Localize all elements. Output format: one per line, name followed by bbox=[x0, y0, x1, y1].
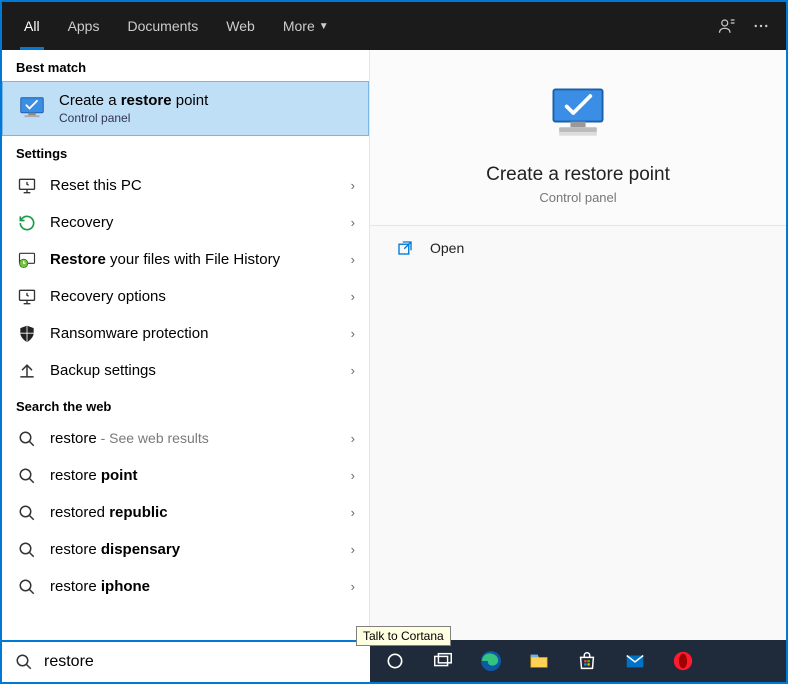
monitor-check-icon bbox=[17, 94, 47, 124]
results-list: Best match Create a restore point Contro… bbox=[2, 50, 370, 640]
web-row-label: restore dispensary bbox=[50, 541, 351, 558]
search-icon bbox=[16, 502, 38, 524]
chevron-right-icon: › bbox=[351, 178, 355, 193]
chevron-right-icon: › bbox=[351, 431, 355, 446]
settings-row-recovery-options[interactable]: Recovery options › bbox=[2, 278, 369, 315]
web-row-label: restore point bbox=[50, 467, 351, 484]
search-icon bbox=[16, 465, 38, 487]
chevron-right-icon: › bbox=[351, 252, 355, 267]
action-open[interactable]: Open bbox=[370, 226, 786, 270]
settings-row-reset-pc[interactable]: Reset this PC › bbox=[2, 167, 369, 204]
best-match-title: Create a restore point bbox=[59, 92, 208, 109]
settings-row-label: Backup settings bbox=[50, 362, 351, 379]
recovery-icon bbox=[16, 212, 38, 234]
web-row-label: restore iphone bbox=[50, 578, 351, 595]
settings-row-ransomware[interactable]: Ransomware protection › bbox=[2, 315, 369, 352]
web-row-label: restored republic bbox=[50, 504, 351, 521]
tab-more[interactable]: More ▼ bbox=[269, 2, 343, 50]
web-row[interactable]: restore iphone › bbox=[2, 568, 369, 605]
settings-row-label: Reset this PC bbox=[50, 177, 351, 194]
settings-row-label: Recovery options bbox=[50, 288, 351, 305]
chevron-right-icon: › bbox=[351, 215, 355, 230]
tab-all[interactable]: All bbox=[10, 2, 54, 50]
file-history-icon bbox=[16, 249, 38, 271]
preview-hero: Create a restore point Control panel bbox=[370, 50, 786, 226]
search-icon bbox=[16, 428, 38, 450]
best-match-result[interactable]: Create a restore point Control panel bbox=[2, 81, 369, 136]
tab-web[interactable]: Web bbox=[212, 2, 269, 50]
settings-row-label: Restore your files with File History bbox=[50, 251, 351, 268]
search-scope-tabs: All Apps Documents Web More ▼ bbox=[2, 2, 786, 50]
tab-web-label: Web bbox=[226, 18, 255, 34]
taskbar-mail-icon[interactable] bbox=[612, 641, 658, 681]
section-search-web: Search the web bbox=[2, 389, 369, 420]
web-row-label: restore - See web results bbox=[50, 430, 351, 447]
cortana-tooltip: Talk to Cortana bbox=[356, 626, 451, 646]
tab-documents[interactable]: Documents bbox=[113, 2, 212, 50]
preview-title: Create a restore point bbox=[486, 164, 670, 186]
backup-icon bbox=[16, 360, 38, 382]
action-open-label: Open bbox=[430, 240, 464, 256]
settings-row-file-history[interactable]: Restore your files with File History › bbox=[2, 241, 369, 278]
tab-more-label: More bbox=[283, 18, 315, 34]
search-icon bbox=[16, 539, 38, 561]
ellipsis-icon[interactable] bbox=[744, 9, 778, 43]
tab-all-label: All bbox=[24, 18, 40, 34]
chevron-down-icon: ▼ bbox=[319, 21, 329, 32]
recovery-options-icon bbox=[16, 286, 38, 308]
section-best-match: Best match bbox=[2, 50, 369, 81]
taskbar-taskview-icon[interactable] bbox=[420, 641, 466, 681]
preview-pane: Create a restore point Control panel Ope… bbox=[370, 50, 786, 640]
web-row[interactable]: restore point › bbox=[2, 457, 369, 494]
feedback-icon[interactable] bbox=[710, 9, 744, 43]
best-match-subtitle: Control panel bbox=[59, 111, 208, 125]
reset-pc-icon bbox=[16, 175, 38, 197]
settings-row-recovery[interactable]: Recovery › bbox=[2, 204, 369, 241]
chevron-right-icon: › bbox=[351, 468, 355, 483]
web-row[interactable]: restore - See web results › bbox=[2, 420, 369, 457]
settings-row-label: Recovery bbox=[50, 214, 351, 231]
web-row[interactable]: restored republic › bbox=[2, 494, 369, 531]
search-bar[interactable] bbox=[2, 640, 370, 682]
chevron-right-icon: › bbox=[351, 542, 355, 557]
settings-row-label: Ransomware protection bbox=[50, 325, 351, 342]
chevron-right-icon: › bbox=[351, 363, 355, 378]
search-icon bbox=[14, 652, 34, 672]
shield-icon bbox=[16, 323, 38, 345]
open-icon bbox=[394, 237, 416, 259]
web-row[interactable]: restore dispensary › bbox=[2, 531, 369, 568]
taskbar-edge-icon[interactable] bbox=[468, 641, 514, 681]
chevron-right-icon: › bbox=[351, 289, 355, 304]
search-icon bbox=[16, 576, 38, 598]
taskbar-cortana-icon[interactable] bbox=[372, 641, 418, 681]
section-settings: Settings bbox=[2, 136, 369, 167]
tab-documents-label: Documents bbox=[127, 18, 198, 34]
taskbar bbox=[370, 640, 786, 682]
preview-subtitle: Control panel bbox=[539, 190, 616, 205]
taskbar-file-explorer-icon[interactable] bbox=[516, 641, 562, 681]
taskbar-store-icon[interactable] bbox=[564, 641, 610, 681]
monitor-check-icon bbox=[544, 80, 612, 148]
chevron-right-icon: › bbox=[351, 505, 355, 520]
taskbar-opera-icon[interactable] bbox=[660, 641, 706, 681]
chevron-right-icon: › bbox=[351, 326, 355, 341]
tab-apps-label: Apps bbox=[68, 18, 100, 34]
chevron-right-icon: › bbox=[351, 579, 355, 594]
tab-apps[interactable]: Apps bbox=[54, 2, 114, 50]
settings-row-backup[interactable]: Backup settings › bbox=[2, 352, 369, 389]
search-input[interactable] bbox=[44, 653, 358, 671]
